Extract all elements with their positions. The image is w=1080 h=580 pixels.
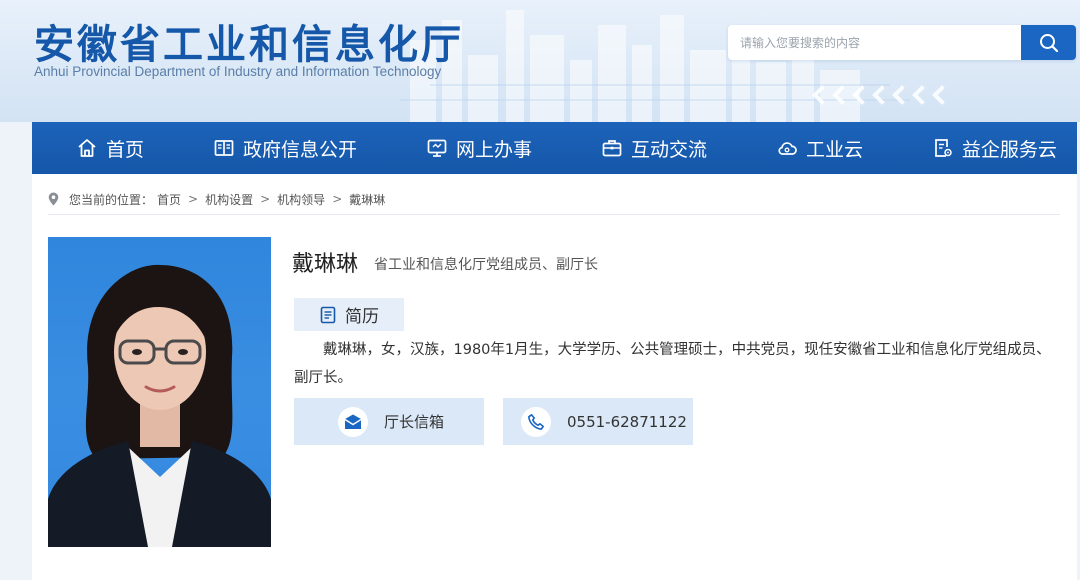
search-button[interactable]	[1021, 25, 1076, 60]
breadcrumb: 您当前的位置： 首页 > 机构设置 > 机构领导 > 戴琳琳	[48, 190, 385, 208]
nav-item-interaction[interactable]: 互动交流	[601, 122, 707, 174]
phone-number: 0551-62871122	[567, 412, 687, 431]
phone-contact: 0551-62871122	[503, 398, 693, 445]
breadcrumb-leaders[interactable]: 机构领导	[277, 191, 325, 208]
mailbox-label: 厅长信箱	[384, 413, 445, 431]
nav-item-online-service[interactable]: 网上办事	[426, 122, 532, 174]
breadcrumb-separator: >	[188, 192, 199, 206]
document-icon	[320, 306, 336, 323]
person-name: 戴琳琳	[292, 252, 359, 277]
nav-item-label: 益企服务云	[961, 138, 1057, 161]
search-icon	[1039, 33, 1058, 52]
director-mailbox-button[interactable]: 厅长信箱	[294, 398, 484, 445]
breadcrumb-org-setup[interactable]: 机构设置	[205, 191, 253, 208]
chevron-decoration	[812, 85, 952, 105]
nav-item-enterprise-service-cloud[interactable]: 益企服务云	[932, 122, 1057, 174]
portrait-photo	[48, 237, 271, 547]
monitor-icon	[427, 139, 447, 157]
book-icon	[214, 140, 234, 156]
breadcrumb-separator: >	[260, 192, 271, 206]
main-nav: 首页 政府信息公开 网上办事 互动交流 工业云 益企服务云	[32, 122, 1077, 174]
person-title: 省工业和信息化厅党组成员、副厅长	[374, 257, 598, 273]
site-title-cn: 安徽省工业和信息化厅	[34, 22, 464, 68]
breadcrumb-prefix: 您当前的位置：	[69, 192, 154, 207]
search-bar	[728, 25, 1076, 60]
resume-label: 简历	[345, 307, 379, 327]
location-pin-icon	[48, 192, 59, 206]
phone-icon	[521, 406, 551, 437]
home-icon	[78, 139, 96, 157]
nav-item-label: 政府信息公开	[242, 138, 357, 161]
site-header: 安徽省工业和信息化厅 Anhui Provincial Department o…	[0, 0, 1080, 122]
search-input[interactable]	[728, 25, 1021, 60]
resume-tab[interactable]: 简历	[294, 298, 404, 331]
breadcrumb-separator: >	[332, 192, 343, 206]
mail-icon	[338, 406, 368, 437]
portrait-illustration	[48, 264, 271, 547]
biography-text: 戴琳琳，女，汉族，1980年1月生，大学学历、公共管理硕士，中共党员，现任安徽省…	[294, 342, 1051, 386]
nav-item-gov-info[interactable]: 政府信息公开	[213, 122, 357, 174]
nav-item-label: 网上办事	[455, 138, 532, 161]
nav-item-label: 工业云	[805, 138, 863, 161]
document-gear-icon	[935, 139, 952, 157]
nav-item-label: 首页	[106, 138, 145, 161]
breadcrumb-home[interactable]: 首页	[157, 191, 181, 208]
nav-item-industry-cloud[interactable]: 工业云	[776, 122, 863, 174]
cloud-icon	[778, 142, 797, 155]
nav-item-label: 互动交流	[630, 138, 707, 161]
breadcrumb-divider	[48, 214, 1060, 215]
site-title-en: Anhui Provincial Department of Industry …	[34, 64, 442, 79]
nav-item-home[interactable]: 首页	[76, 122, 144, 174]
briefcase-icon	[602, 140, 622, 157]
breadcrumb-current: 戴琳琳	[349, 192, 386, 207]
content-panel: 您当前的位置： 首页 > 机构设置 > 机构领导 > 戴琳琳 戴琳琳 省工业和信…	[32, 174, 1077, 580]
